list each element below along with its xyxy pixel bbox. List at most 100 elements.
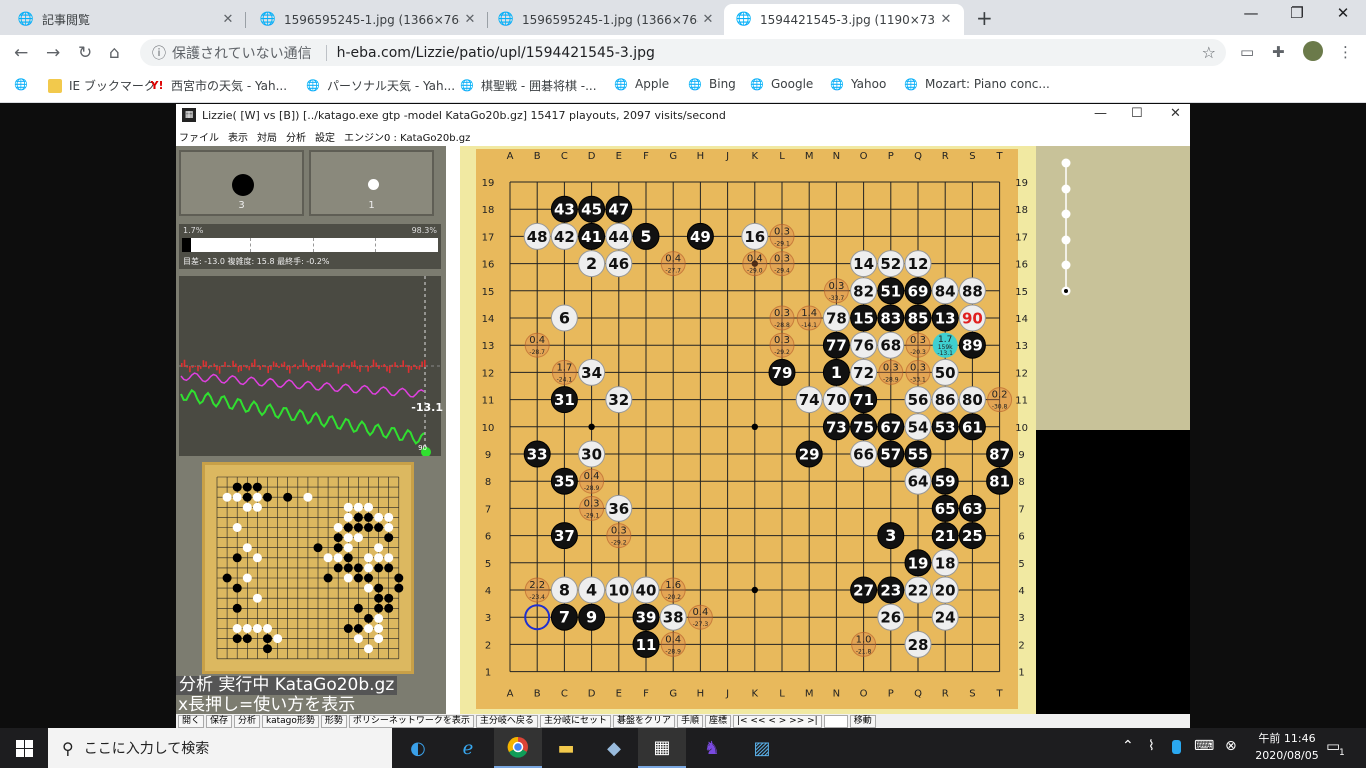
- lizzie-close-icon[interactable]: ✕: [1170, 106, 1181, 121]
- chrome-icon[interactable]: [494, 728, 542, 768]
- move-number: 63: [962, 500, 983, 518]
- wifi-icon[interactable]: ⌇: [1148, 738, 1155, 754]
- security-label[interactable]: 保護されていない通信: [172, 43, 312, 63]
- move-number: 88: [962, 282, 983, 300]
- mini-white-stone: [303, 492, 313, 502]
- move-number: 31: [554, 391, 575, 409]
- menu-view[interactable]: 表示: [228, 129, 248, 144]
- tab-0[interactable]: 🌐 記事閲覧 ✕: [6, 4, 246, 35]
- variation-tree[interactable]: [1036, 146, 1096, 430]
- score-bar: [353, 360, 356, 367]
- notepad-icon[interactable]: ◆: [590, 728, 638, 768]
- profile-avatar[interactable]: [1303, 41, 1323, 61]
- address-bar[interactable]: ⓘ 保護されていない通信 h-eba.com/Lizzie/patio/upl/…: [140, 39, 1226, 66]
- bookmark-weather2[interactable]: 🌐 パーソナル天気 - Yah...: [306, 77, 455, 94]
- menu-engine[interactable]: エンジン0 : KataGo20b.gz: [344, 129, 470, 144]
- app-icon[interactable]: ♞: [688, 728, 736, 768]
- goto-button[interactable]: 移動: [849, 714, 876, 728]
- taskbar-search[interactable]: ⚲ ここに入力して検索: [48, 728, 392, 768]
- close-tab-icon[interactable]: ✕: [460, 12, 480, 27]
- policy-network-button[interactable]: ポリシーネットワークを表示: [348, 714, 474, 728]
- back-icon[interactable]: ←: [14, 43, 28, 63]
- mini-black-stone: [242, 634, 252, 644]
- variation-node[interactable]: [1061, 235, 1071, 245]
- tab-2[interactable]: 🌐 1596595245-1.jpg (1366×768) ✕: [486, 4, 726, 35]
- menu-dots-icon[interactable]: ⋮: [1338, 43, 1353, 61]
- url-text[interactable]: h-eba.com/Lizzie/patio/upl/1594421545-3.…: [337, 45, 655, 61]
- score-bar: [305, 362, 307, 367]
- edge-icon[interactable]: ◐: [394, 728, 442, 768]
- home-icon[interactable]: ⌂: [109, 43, 120, 63]
- winrate-black-fill: [187, 238, 192, 252]
- katago-estimate-button[interactable]: katago形勢: [262, 714, 319, 728]
- score-bar: [361, 366, 364, 368]
- score-bar: [367, 366, 369, 372]
- navigation-buttons[interactable]: |< << < > >> >|: [733, 714, 822, 728]
- clear-board-button[interactable]: 碁盤をクリア: [612, 714, 675, 728]
- reload-icon[interactable]: ↻: [78, 43, 92, 63]
- variation-node[interactable]: [1061, 209, 1071, 219]
- estimate-button[interactable]: 形勢: [320, 714, 347, 728]
- bookmark-mozart[interactable]: 🌐 Mozart: Piano conc...: [904, 77, 1050, 91]
- menu-settings[interactable]: 設定: [315, 129, 335, 144]
- score-bar: [318, 366, 321, 373]
- close-window-button[interactable]: ✕: [1320, 4, 1366, 28]
- variation-node[interactable]: [1061, 184, 1071, 194]
- info-icon[interactable]: ⓘ: [152, 43, 166, 63]
- mini-black-stone: [323, 573, 333, 583]
- toolbar: ← → ↻ ⌂ ⓘ 保護されていない通信 h-eba.com/Lizzie/pa…: [0, 35, 1366, 69]
- open-button[interactable]: 開く: [178, 714, 205, 728]
- bookmark-star-icon[interactable]: ☆: [1202, 43, 1216, 62]
- set-main-button[interactable]: 主分岐にセット: [539, 714, 611, 728]
- close-tab-icon[interactable]: ✕: [218, 12, 238, 27]
- bookmark-kisei[interactable]: 🌐 棋聖戦 - 囲碁将棋 -...: [460, 77, 596, 94]
- score-bar: [332, 362, 334, 367]
- menu-analyze[interactable]: 分析: [286, 129, 306, 144]
- minimize-button[interactable]: —: [1228, 4, 1274, 28]
- windows-start-icon[interactable]: [0, 728, 48, 768]
- extensions-puzzle-icon[interactable]: ✚: [1272, 43, 1285, 61]
- photos-icon[interactable]: ▨: [738, 728, 786, 768]
- move-number: 84: [935, 282, 956, 300]
- onedrive-icon[interactable]: [1172, 740, 1181, 754]
- close-tab-icon[interactable]: ✕: [936, 12, 956, 27]
- maximize-button[interactable]: ❐: [1274, 4, 1320, 28]
- candidate-winrate: 0.4: [747, 254, 763, 265]
- lizzie-taskbar-icon[interactable]: ▦: [638, 728, 686, 768]
- ie-icon[interactable]: ℯ: [444, 728, 492, 768]
- close-tab-icon[interactable]: ✕: [698, 12, 718, 27]
- tab-3-active[interactable]: 🌐 1594421545-3.jpg (1190×733) ✕: [724, 4, 964, 35]
- go-board[interactable]: AA19 19BB18 18CC17 17DD16 16EE15 15FF14 14GG13…: [460, 146, 1036, 714]
- bookmark-folder-ie[interactable]: IE ブックマーク: [48, 77, 156, 94]
- apps-icon[interactable]: 🌐: [14, 77, 35, 91]
- bookmark-yahoo[interactable]: 🌐 Yahoo: [830, 77, 886, 91]
- menu-file[interactable]: ファイル: [179, 129, 219, 144]
- score-bar: [262, 364, 264, 367]
- coordinates-button[interactable]: 座標: [704, 714, 731, 728]
- variation-node[interactable]: [1061, 260, 1071, 270]
- tab-1[interactable]: 🌐 1596595245-1.jpg (1366×768) ✕: [248, 4, 488, 35]
- menu-game[interactable]: 対局: [257, 129, 277, 144]
- bookmark-apple[interactable]: 🌐 Apple: [614, 77, 669, 91]
- ime-icon[interactable]: ⊗: [1225, 738, 1237, 754]
- tray-chevron-icon[interactable]: ⌃: [1122, 738, 1134, 754]
- lizzie-minimize-icon[interactable]: —: [1094, 106, 1107, 121]
- score-bar: [364, 366, 367, 368]
- keyboard-icon[interactable]: ⌨: [1194, 738, 1214, 754]
- save-button[interactable]: 保存: [206, 714, 233, 728]
- new-tab-button[interactable]: +: [976, 6, 993, 30]
- clock[interactable]: 午前 11:46 2020/08/05: [1252, 730, 1322, 764]
- forward-icon[interactable]: →: [46, 43, 60, 63]
- bookmark-google[interactable]: 🌐 Google: [750, 77, 813, 91]
- lizzie-maximize-icon[interactable]: ☐: [1131, 106, 1143, 121]
- line-extension-icon[interactable]: ▭: [1240, 43, 1254, 61]
- column-label: J: [725, 689, 729, 700]
- move-order-button[interactable]: 手順: [676, 714, 703, 728]
- move-number-input[interactable]: [823, 714, 848, 728]
- file-explorer-icon[interactable]: ▬: [542, 728, 590, 768]
- variation-node[interactable]: [1061, 158, 1071, 168]
- bookmark-weather1[interactable]: Y! 西宮市の天気 - Yah...: [150, 77, 288, 94]
- back-to-main-button[interactable]: 主分岐へ戻る: [475, 714, 538, 728]
- analyze-button[interactable]: 分析: [234, 714, 261, 728]
- bookmark-bing[interactable]: 🌐 Bing: [688, 77, 736, 91]
